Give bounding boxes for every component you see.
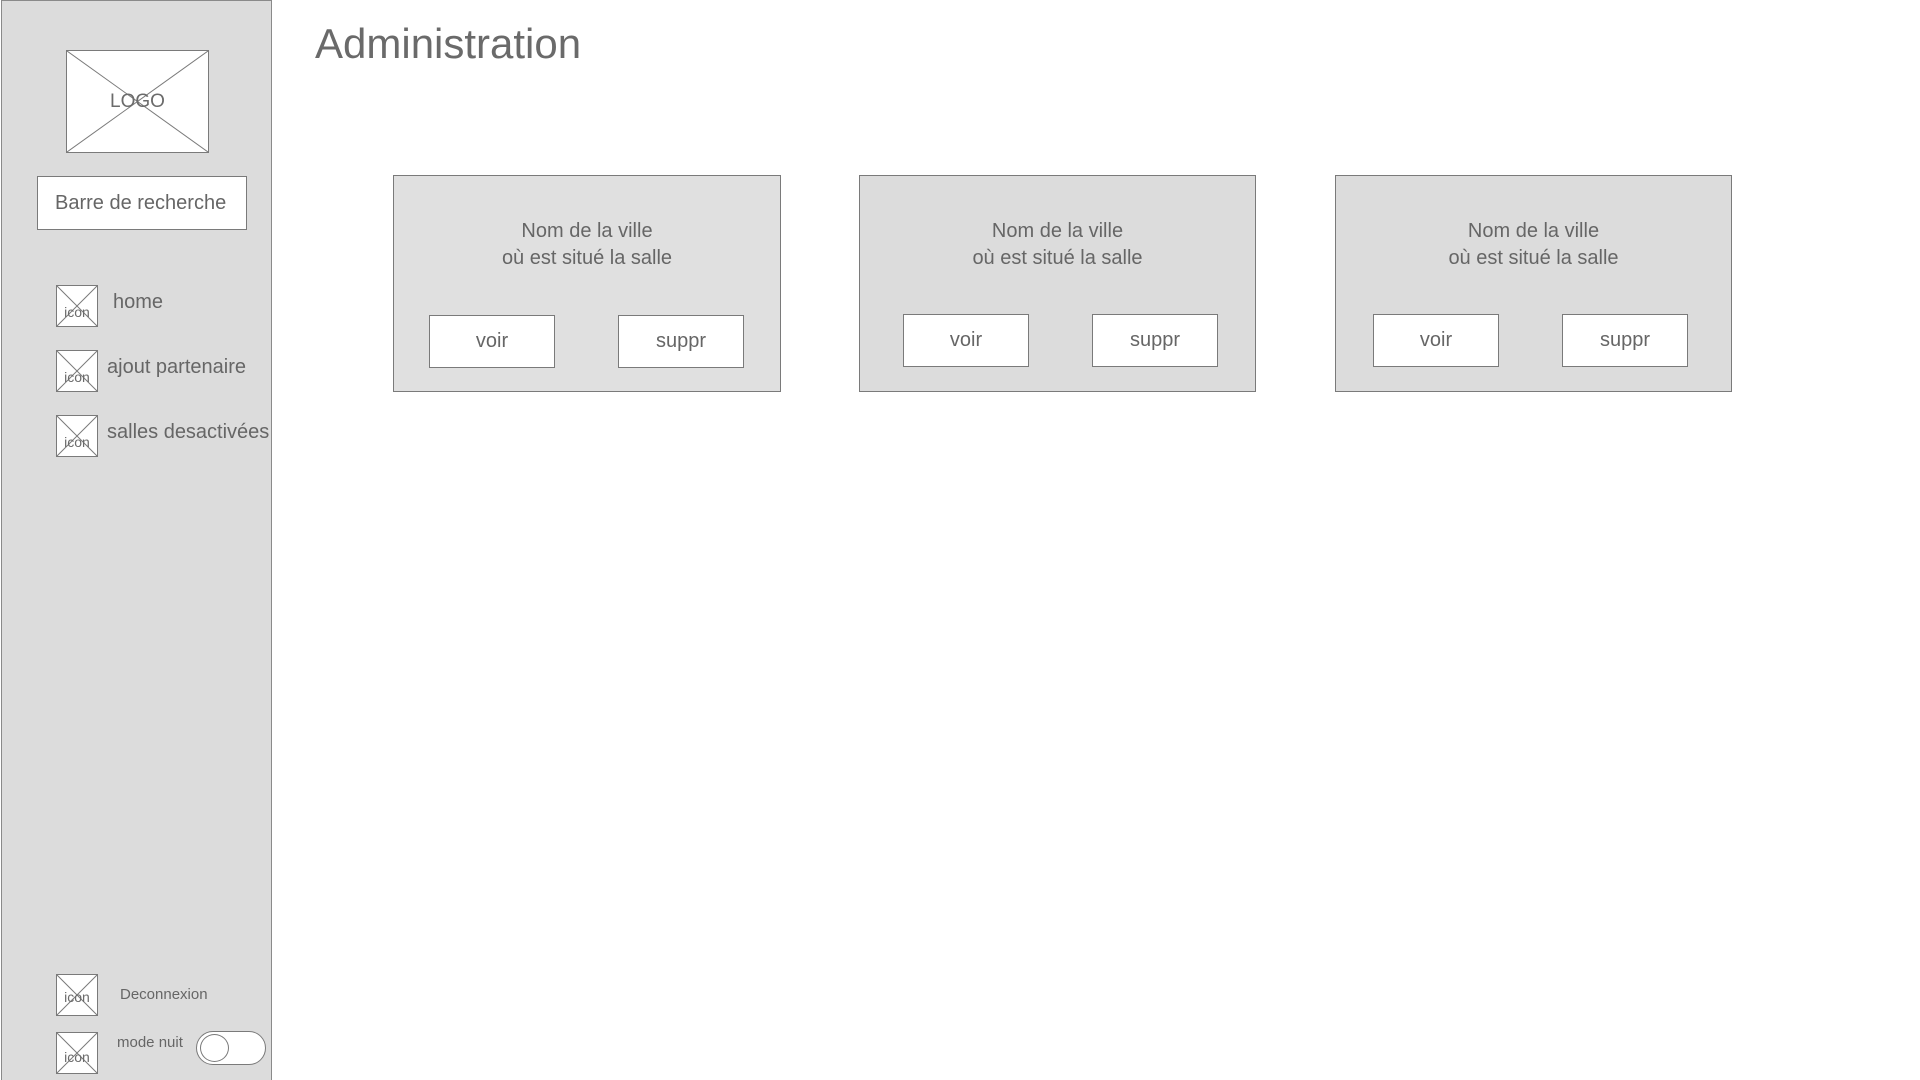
logo-text: LOGO xyxy=(110,90,165,112)
card-room-location: où est situé la salle xyxy=(1448,247,1619,269)
icon-placeholder-text: icon xyxy=(64,304,90,320)
night-mode-label: mode nuit xyxy=(117,1034,183,1051)
page-title: Administration xyxy=(315,20,582,67)
night-mode-toggle[interactable] xyxy=(196,1031,266,1065)
night-mode-item: icon mode nuit xyxy=(56,1032,186,1074)
view-button[interactable]: voir xyxy=(429,315,555,368)
sidebar-item-disabled-rooms[interactable]: icon salles desactivées xyxy=(56,415,270,459)
delete-button[interactable]: suppr xyxy=(1092,314,1218,367)
toggle-knob xyxy=(200,1034,229,1062)
sidebar-item-add-partner[interactable]: icon ajout partenaire xyxy=(56,350,268,394)
card-city-name: Nom de la ville xyxy=(991,220,1124,242)
logout-label: Deconnexion xyxy=(120,986,208,1003)
delete-button[interactable]: suppr xyxy=(1562,314,1688,367)
view-button[interactable]: voir xyxy=(1373,314,1499,367)
room-card: Nom de la ville où est situé la salle vo… xyxy=(393,175,781,392)
icon-placeholder-text: icon xyxy=(64,989,90,1005)
icon-placeholder-text: icon xyxy=(64,434,90,450)
card-title: Nom de la ville où est situé la salle xyxy=(394,218,780,272)
card-city-name: Nom de la ville xyxy=(1467,220,1600,242)
disabled-rooms-icon: icon xyxy=(56,415,98,457)
view-button[interactable]: voir xyxy=(903,314,1029,367)
logout-button[interactable]: icon Deconnexion xyxy=(56,974,226,1016)
icon-placeholder-text: icon xyxy=(64,1049,90,1065)
card-room-location: où est situé la salle xyxy=(501,247,673,269)
logout-icon: icon xyxy=(56,974,98,1016)
sidebar-item-home[interactable]: icon home xyxy=(56,285,268,329)
card-title: Nom de la ville où est situé la salle xyxy=(860,218,1255,272)
search-input[interactable] xyxy=(37,176,247,230)
card-title: Nom de la ville où est situé la salle xyxy=(1336,218,1731,272)
sidebar-item-label: salles desactivées xyxy=(107,421,270,443)
page: LOGO icon home icon ajout partenaire ico… xyxy=(0,0,1920,1080)
logo-placeholder[interactable]: LOGO xyxy=(66,50,209,153)
sidebar: LOGO icon home icon ajout partenaire ico… xyxy=(1,0,272,1080)
add-partner-icon: icon xyxy=(56,350,98,392)
sidebar-item-label: home xyxy=(113,291,164,313)
sidebar-item-label: ajout partenaire xyxy=(107,356,246,378)
room-card: Nom de la ville où est situé la salle vo… xyxy=(859,175,1256,392)
card-city-name: Nom de la ville xyxy=(521,220,653,242)
card-room-location: où est situé la salle xyxy=(972,247,1143,269)
night-mode-icon: icon xyxy=(56,1032,98,1074)
home-icon: icon xyxy=(56,285,98,327)
delete-button[interactable]: suppr xyxy=(618,315,744,368)
icon-placeholder-text: icon xyxy=(64,369,90,385)
room-card: Nom de la ville où est situé la salle vo… xyxy=(1335,175,1732,392)
